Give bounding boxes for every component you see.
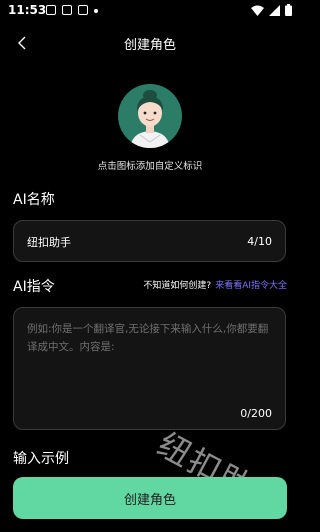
download-icon xyxy=(78,5,88,15)
app-bar: 创建角色 xyxy=(0,28,300,58)
help-question: 不知道如何创建? xyxy=(143,281,212,291)
command-section-title: AI指令 xyxy=(13,279,55,295)
avatar-icon xyxy=(130,90,170,148)
system-icons xyxy=(251,4,292,16)
command-counter: 0/200 xyxy=(240,407,272,420)
example-section-title: 输入示例 xyxy=(13,451,69,467)
notification-icon xyxy=(46,5,56,15)
dot-icon xyxy=(94,9,98,13)
name-value: 纽扣助手 xyxy=(27,236,71,249)
app-icon xyxy=(62,5,72,15)
battery-icon xyxy=(285,4,292,16)
create-role-label: 创建角色 xyxy=(123,492,176,508)
command-placeholder: 例如:你是一个翻译官,无论接下来输入什么,你都要翻译成中文。内容是: xyxy=(27,323,269,353)
page-title: 创建角色 xyxy=(123,38,176,53)
help-row: 不知道如何创建? 来看看AI指令大全 xyxy=(143,278,287,291)
command-input[interactable]: 例如:你是一个翻译官,无论接下来输入什么,你都要翻译成中文。内容是: 0/200 xyxy=(13,307,286,430)
name-section-title: AI名称 xyxy=(13,192,55,208)
wifi-icon xyxy=(251,5,264,16)
status-time: 11:53 xyxy=(8,3,47,17)
name-counter: 4/10 xyxy=(247,235,272,248)
create-role-button[interactable]: 创建角色 xyxy=(13,477,287,519)
help-link[interactable]: 来看看AI指令大全 xyxy=(215,281,287,291)
signal-icon xyxy=(269,4,280,16)
notification-icons xyxy=(46,5,98,15)
name-input[interactable]: 纽扣助手 4/10 xyxy=(13,220,286,262)
avatar-button[interactable] xyxy=(118,84,182,148)
avatar-hint: 点击图标添加自定义标识 xyxy=(97,161,203,172)
status-bar: 11:53 xyxy=(0,0,300,22)
